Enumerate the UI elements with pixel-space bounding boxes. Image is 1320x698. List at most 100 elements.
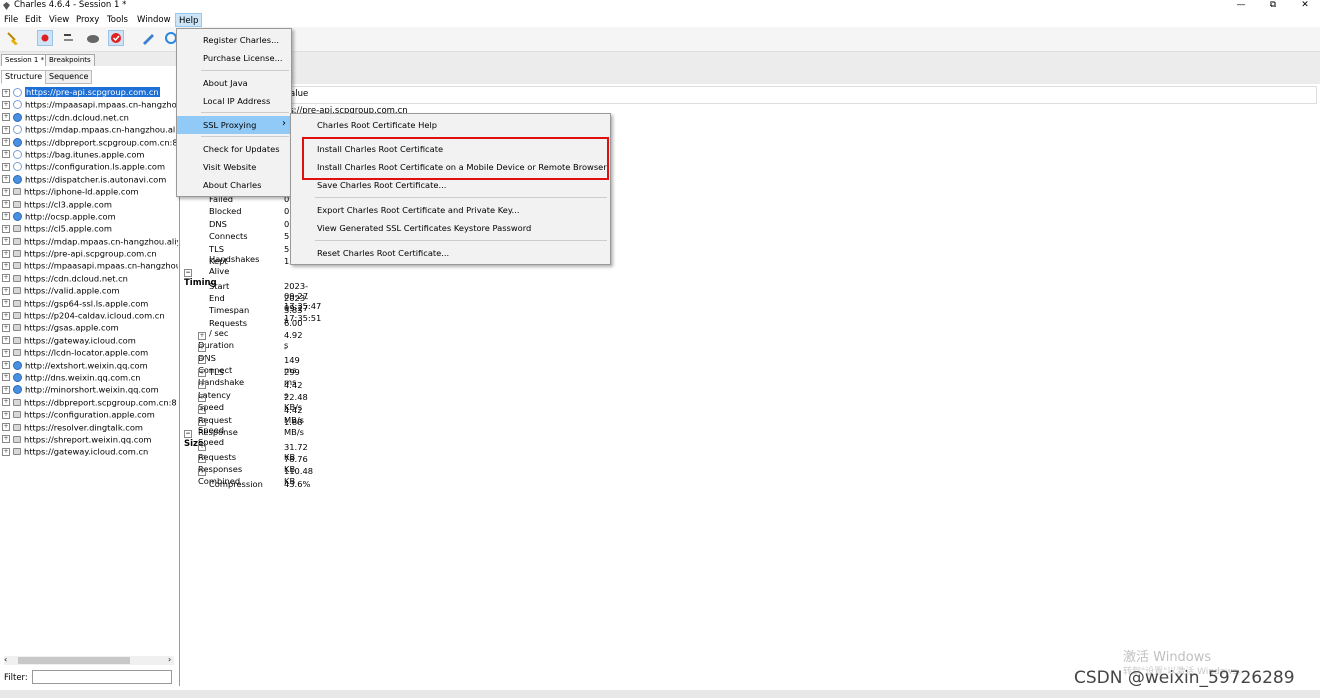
throttle-icon[interactable] (60, 30, 76, 46)
menu-item-check-updates[interactable]: Check for Updates (177, 140, 291, 158)
tree-row[interactable]: + https://valid.apple.com (2, 284, 178, 296)
expand-icon[interactable]: + (2, 447, 10, 456)
expand-icon[interactable]: + (2, 361, 10, 370)
expand-icon[interactable]: + (2, 373, 10, 382)
expand-icon[interactable]: + (198, 467, 206, 476)
tree-row[interactable]: + https://dbpreport.scpgroup.com.cn:8 (2, 136, 178, 148)
menu-item-reset-root-cert[interactable]: Reset Charles Root Certificate... (291, 244, 610, 262)
minimize-button[interactable]: — (1226, 0, 1256, 12)
menu-window[interactable]: Window (134, 13, 174, 27)
menu-item-ssl-proxying[interactable]: SSL Proxying (177, 116, 291, 134)
expand-icon[interactable]: + (2, 224, 10, 233)
tree-row[interactable]: + https://gateway.icloud.com.cn (2, 445, 178, 457)
tree-row[interactable]: + https://cdn.dcloud.net.cn (2, 111, 178, 123)
expand-icon[interactable]: + (198, 393, 206, 402)
tree-row[interactable]: + https://dispatcher.is.autonavi.com (2, 173, 178, 185)
expand-icon[interactable]: + (2, 435, 10, 444)
tree-row[interactable]: + https://cdn.dcloud.net.cn (2, 272, 178, 284)
pen-icon[interactable] (140, 30, 156, 46)
restore-button[interactable]: ⧉ (1258, 0, 1288, 12)
menu-view[interactable]: View (46, 13, 72, 27)
horizontal-scrollbar[interactable]: ‹ › (4, 655, 174, 665)
tree-row[interactable]: + https://gsp64-ssl.ls.apple.com (2, 297, 178, 309)
expand-icon[interactable]: + (2, 323, 10, 332)
menu-item-register[interactable]: Register Charles... (177, 31, 291, 49)
expand-icon[interactable]: + (198, 331, 206, 340)
expand-icon[interactable]: + (2, 398, 10, 407)
expand-icon[interactable]: + (2, 423, 10, 432)
expand-icon[interactable]: + (2, 348, 10, 357)
menu-tools[interactable]: Tools (104, 13, 131, 27)
expand-icon[interactable]: + (198, 381, 206, 390)
breakpoints-icon[interactable] (108, 30, 124, 46)
tree-row[interactable]: + https://configuration.apple.com (2, 408, 178, 420)
expand-icon[interactable]: + (2, 385, 10, 394)
menu-item-about-java[interactable]: About Java (177, 74, 291, 92)
menu-item-visit-website[interactable]: Visit Website (177, 158, 291, 176)
tree-row[interactable]: + https://pre-api.scpgroup.com.cn (2, 247, 178, 259)
expand-icon[interactable]: + (2, 138, 10, 147)
tree-row[interactable]: + https://pre-api.scpgroup.com.cn (2, 86, 178, 98)
tree-row[interactable]: + https://iphone-ld.apple.com (2, 185, 178, 197)
tree-row[interactable]: + https://p204-caldav.icloud.com.cn (2, 309, 178, 321)
tree-row[interactable]: + https://cl3.apple.com (2, 198, 178, 210)
tree-row[interactable]: + https://mdap.mpaas.cn-hangzhou.aliy (2, 235, 178, 247)
menu-help[interactable]: Help (175, 13, 203, 27)
expand-icon[interactable]: + (198, 443, 206, 451)
expand-icon[interactable]: + (2, 311, 10, 320)
expand-icon[interactable]: + (2, 286, 10, 295)
tree-row[interactable]: + http://dns.weixin.qq.com.cn (2, 371, 178, 383)
broom-icon[interactable] (5, 30, 21, 46)
collapse-icon[interactable]: − (184, 268, 192, 277)
expand-icon[interactable]: + (2, 410, 10, 419)
menu-edit[interactable]: Edit (22, 13, 44, 27)
tree-row[interactable]: + https://bag.itunes.apple.com (2, 148, 178, 160)
tab-breakpoints[interactable]: Breakpoints (45, 54, 95, 66)
expand-icon[interactable]: + (2, 175, 10, 184)
menu-item-local-ip[interactable]: Local IP Address (177, 92, 291, 110)
expand-icon[interactable]: + (198, 344, 206, 352)
scroll-right-icon[interactable]: › (168, 655, 171, 664)
tab-session-1[interactable]: Session 1 * (1, 54, 49, 66)
menu-item-export-cert-key[interactable]: Export Charles Root Certificate and Priv… (291, 201, 610, 219)
tree-row[interactable]: + https://mpaasapi.mpaas.cn-hangzhou (2, 98, 178, 110)
menu-file[interactable]: File (1, 13, 21, 27)
scroll-left-icon[interactable]: ‹ (4, 655, 7, 664)
expand-icon[interactable]: + (2, 237, 10, 246)
expand-icon[interactable]: + (2, 113, 10, 122)
tree-row[interactable]: + https://gateway.icloud.com (2, 334, 178, 346)
tree-row[interactable]: + https://lcdn-locator.apple.com (2, 346, 178, 358)
tree-row[interactable]: + https://cl5.apple.com (2, 222, 178, 234)
expand-icon[interactable]: + (198, 455, 206, 464)
collapse-icon[interactable]: − (184, 429, 192, 438)
expand-icon[interactable]: + (198, 368, 206, 377)
expand-icon[interactable]: + (2, 299, 10, 308)
turtle-icon[interactable] (85, 30, 101, 46)
tree-row[interactable]: + https://mdap.mpaas.cn-hangzhou.ali (2, 123, 178, 135)
tree-row[interactable]: + https://gsas.apple.com (2, 321, 178, 333)
tree-row[interactable]: + https://mpaasapi.mpaas.cn-hangzhou (2, 259, 178, 271)
scrollbar-thumb[interactable] (18, 657, 130, 664)
expand-icon[interactable]: + (2, 125, 10, 134)
tree-row[interactable]: + https://resolver.dingtalk.com (2, 421, 178, 433)
expand-icon[interactable]: + (2, 212, 10, 221)
expand-icon[interactable]: + (2, 274, 10, 283)
tree-row[interactable]: + https://shreport.weixin.qq.com (2, 433, 178, 445)
menu-proxy[interactable]: Proxy (73, 13, 102, 27)
menu-item-purchase-license[interactable]: Purchase License... (177, 49, 291, 67)
tab-sequence[interactable]: Sequence (45, 70, 93, 84)
expand-icon[interactable]: + (2, 100, 10, 109)
tab-structure[interactable]: Structure (1, 70, 47, 84)
tree-row[interactable]: + https://configuration.ls.apple.com (2, 160, 178, 172)
expand-icon[interactable]: + (2, 162, 10, 171)
filter-input[interactable] (32, 670, 172, 684)
menu-item-about-charles[interactable]: About Charles (177, 176, 291, 194)
expand-icon[interactable]: + (198, 356, 206, 365)
record-icon[interactable] (37, 30, 53, 46)
expand-icon[interactable]: + (2, 249, 10, 258)
tree-row[interactable]: + http://extshort.weixin.qq.com (2, 359, 178, 371)
expand-icon[interactable]: + (2, 150, 10, 159)
menu-item-keystore-password[interactable]: View Generated SSL Certificates Keystore… (291, 219, 610, 237)
close-button[interactable]: ✕ (1290, 0, 1320, 12)
expand-icon[interactable]: + (2, 187, 10, 196)
